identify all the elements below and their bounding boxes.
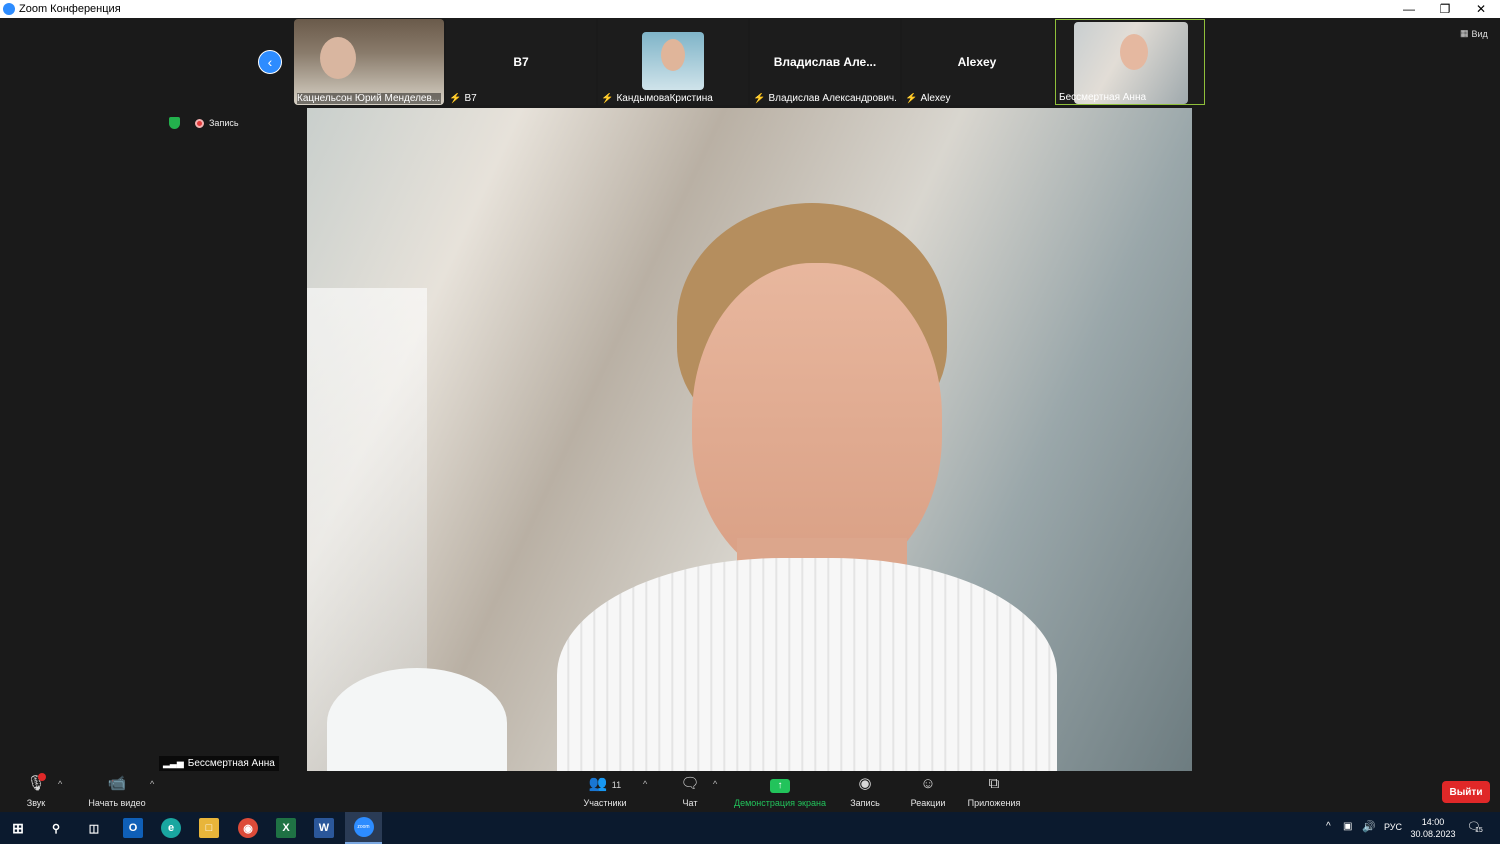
clock-time: 14:00 (1421, 817, 1445, 827)
participant-tile[interactable]: Кацнельсон Юрий Менделев... (294, 19, 444, 105)
apps-label: Приложения (967, 798, 1021, 808)
edge-browser-icon[interactable]: e (161, 818, 181, 838)
speaker-face (692, 263, 942, 583)
outlook-icon[interactable]: O (123, 818, 143, 838)
grid-icon: ▦ (1460, 28, 1469, 38)
windows-start-icon[interactable]: ⊞ (8, 818, 28, 838)
leave-label: Выйти (1449, 786, 1483, 798)
meeting-toolbar: 🎙 Звук ^ 📹 Начать видео ^ 👥 11 Участники… (0, 771, 1500, 812)
tray-chevron-up-icon[interactable]: ^ (1326, 821, 1331, 832)
apps-icon: ⧉ (988, 775, 1000, 792)
clock[interactable]: 14:00 30.08.2023 (1408, 816, 1458, 840)
recording-indicator[interactable]: Запись (195, 118, 239, 128)
zoom-logo-icon (3, 3, 15, 15)
video-options-caret-icon[interactable]: ^ (150, 779, 154, 789)
chat-options-caret-icon[interactable]: ^ (713, 779, 717, 789)
chrome-icon[interactable]: ◉ (238, 818, 258, 838)
microphone-icon: 🎙 (26, 773, 46, 792)
view-button[interactable]: ▦ Вид (1460, 28, 1488, 39)
speaker-name-tag: ▂▃▅ Бессмертная Анна (159, 756, 279, 771)
chevron-left-icon: ‹ (267, 54, 273, 70)
excel-icon[interactable]: X (276, 818, 296, 838)
participant-name: Владислав Александрович... (768, 93, 897, 104)
close-button[interactable]: ✕ (1463, 0, 1499, 18)
record-icon: ◉ (858, 775, 872, 792)
volume-icon[interactable]: 🔊 (1362, 820, 1376, 833)
zoom-app-icon: zoom (353, 817, 374, 837)
participant-tile-active[interactable]: Бессмертная Анна (1055, 19, 1205, 105)
recording-label: Запись (209, 118, 239, 128)
reactions-smiley-icon: ☺ (920, 775, 936, 792)
video-label: Начать видео (88, 798, 146, 808)
apps-button[interactable]: ⧉ Приложения (962, 775, 1026, 808)
participants-options-caret-icon[interactable]: ^ (643, 779, 647, 789)
mic-muted-icon: ⚡ (905, 93, 918, 104)
zoom-taskbar-item[interactable]: zoom (345, 812, 382, 844)
leave-button[interactable]: Выйти (1442, 781, 1490, 803)
active-speaker-video[interactable] (307, 108, 1192, 771)
chat-label: Чат (682, 798, 698, 808)
meeting-stage: ‹ ▦ Вид Запись Кацнельсон Юрий Менделев.… (0, 18, 1500, 771)
participant-name: КандымоваКристина (616, 93, 713, 104)
reactions-button[interactable]: ☺ Реакции (906, 775, 950, 808)
signal-bars-icon: ▂▃▅ (163, 758, 184, 768)
notification-count: 15 (1475, 827, 1483, 834)
participants-count: 11 (611, 780, 622, 790)
clock-date: 30.08.2023 (1410, 829, 1456, 839)
speaker-shirt (557, 558, 1057, 771)
participant-face (661, 39, 685, 71)
task-view-icon[interactable]: ◫ (84, 818, 104, 838)
participants-button[interactable]: 👥 11 Участники (578, 775, 632, 808)
participant-name: Кацнельсон Юрий Менделев... (297, 93, 441, 104)
audio-button[interactable]: 🎙 Звук (18, 773, 54, 808)
participant-name: B7 (464, 93, 477, 104)
search-icon[interactable]: ⚲ (46, 818, 66, 838)
share-screen-icon: ↑ (728, 775, 832, 793)
participants-icon: 👥 11 (588, 775, 622, 792)
participant-face (1120, 34, 1148, 70)
share-label: Демонстрация экрана (734, 798, 826, 808)
participant-big-name: Alexey (957, 55, 997, 69)
prev-page-button[interactable]: ‹ (258, 50, 282, 74)
participant-tile[interactable]: ⚡ КандымоваКристина (598, 19, 748, 105)
video-off-icon: 📹 (107, 775, 127, 792)
participant-name: Бессмертная Анна (1059, 92, 1147, 103)
os-taskbar: ⊞ ⚲ ◫ O e □ ◉ X W zoom ^ ▣ 🔊 РУС 14:00 3… (0, 812, 1500, 844)
start-video-button[interactable]: 📹 Начать видео (84, 775, 150, 808)
participant-face (320, 37, 356, 79)
reactions-label: Реакции (910, 798, 946, 808)
mic-muted-icon: ⚡ (601, 93, 614, 104)
chat-button[interactable]: 🗨 Чат (676, 775, 704, 808)
record-dot-icon (195, 118, 204, 128)
word-icon[interactable]: W (314, 818, 334, 838)
mic-muted-icon: ⚡ (753, 93, 766, 104)
audio-label: Звук (26, 798, 46, 808)
audio-options-caret-icon[interactable]: ^ (58, 779, 62, 789)
restore-button[interactable]: ❐ (1427, 0, 1463, 18)
file-explorer-icon[interactable]: □ (199, 818, 219, 838)
window-titlebar: Zoom Конференция — ❐ ✕ (0, 0, 1500, 18)
speaker-name: Бессмертная Анна (187, 758, 275, 769)
record-label: Запись (850, 798, 880, 808)
view-label: Вид (1471, 28, 1488, 39)
participant-big-name: B7 (513, 55, 529, 69)
window-title: Zoom Конференция (19, 3, 121, 15)
participants-label: Участники (583, 798, 627, 808)
participant-big-name: Владислав Але... (773, 55, 877, 69)
network-icon[interactable]: ▣ (1343, 821, 1352, 832)
mic-muted-icon: ⚡ (449, 93, 462, 104)
record-button[interactable]: ◉ Запись (846, 775, 884, 808)
notification-center-icon[interactable]: 🗨 15 (1467, 820, 1483, 834)
participant-tile[interactable]: Alexey ⚡ Alexey (902, 19, 1052, 105)
security-shield-icon[interactable] (169, 117, 180, 129)
background-crane (327, 668, 507, 771)
participant-tile[interactable]: B7 ⚡ B7 (446, 19, 596, 105)
participant-tile[interactable]: Владислав Але... ⚡ Владислав Александров… (750, 19, 900, 105)
share-screen-button[interactable]: ↑ Демонстрация экрана (728, 775, 832, 808)
chat-bubble-icon: 🗨 (680, 775, 700, 792)
participant-name: Alexey (920, 93, 951, 104)
input-language[interactable]: РУС (1384, 822, 1402, 832)
minimize-button[interactable]: — (1391, 0, 1427, 18)
